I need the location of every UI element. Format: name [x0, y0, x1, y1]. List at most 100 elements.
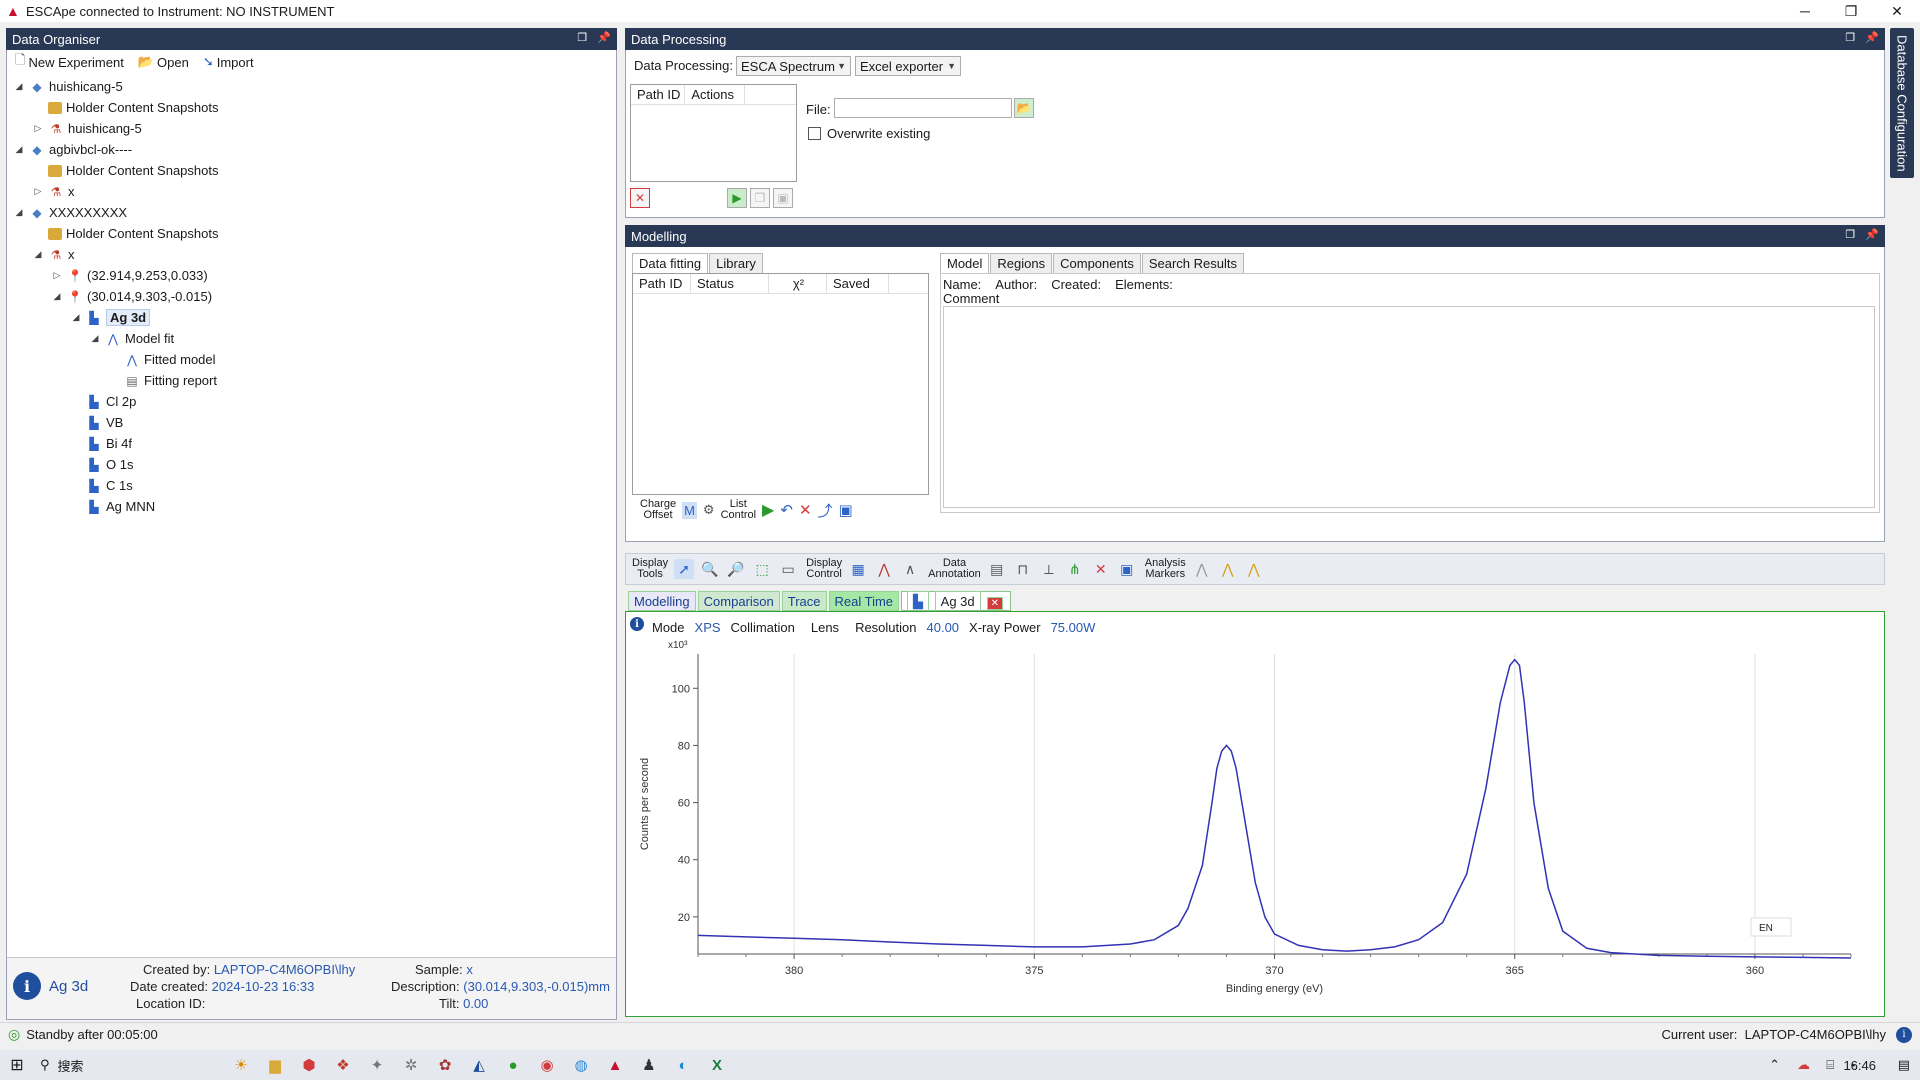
tray-app-icon[interactable]: ☁	[1797, 1057, 1810, 1073]
annotation-box-icon[interactable]: ▤	[987, 559, 1007, 579]
file-explorer-icon[interactable]: ▆	[258, 1050, 292, 1080]
marker-peak-icon[interactable]: ⋀	[1192, 559, 1212, 579]
zoom-out-icon[interactable]: 🔎	[726, 559, 746, 579]
tree-node[interactable]: Holder Content Snapshots	[7, 97, 616, 118]
tray-chevron-icon[interactable]: ⌃	[1769, 1057, 1780, 1073]
app-icon-3[interactable]: ❖	[326, 1050, 360, 1080]
peak-shape-icon[interactable]: ∧	[900, 559, 920, 579]
expanded-toggle-icon[interactable]: ◢	[51, 291, 63, 302]
tab-library[interactable]: Library	[709, 253, 763, 273]
marker-add-icon[interactable]: ⋔	[1065, 559, 1085, 579]
zoom-box-icon[interactable]: ⬚	[752, 559, 772, 579]
processing-type-select[interactable]: ESCA Spectrum ▼	[736, 56, 851, 76]
fit-model-icon[interactable]: M	[682, 501, 697, 519]
collapsed-toggle-icon[interactable]: ▷	[51, 270, 63, 281]
list-control-button[interactable]: List Control	[721, 499, 756, 521]
save-icon[interactable]: ▣	[839, 501, 853, 519]
tree-node[interactable]: Holder Content Snapshots	[7, 223, 616, 244]
tree-node[interactable]: ◢ 📍 (30.014,9.303,-0.015)	[7, 286, 616, 307]
app-icon-6[interactable]: ✿	[428, 1050, 462, 1080]
pin-icon[interactable]: 📌	[1865, 228, 1879, 241]
close-icon[interactable]: ✕	[1874, 0, 1920, 22]
pin-icon[interactable]: 📌	[597, 31, 611, 44]
tree-node[interactable]: ⋀ Fitted model	[7, 349, 616, 370]
expanded-toggle-icon[interactable]: ◢	[13, 207, 25, 218]
app-icon-4[interactable]: ✦	[360, 1050, 394, 1080]
notification-icon[interactable]: ▤	[1898, 1057, 1910, 1073]
tree-node[interactable]: ▷ ⚗ huishicang-5	[7, 118, 616, 139]
app-icon-8[interactable]: ●	[496, 1050, 530, 1080]
app-icon-5[interactable]: ✲	[394, 1050, 428, 1080]
tree-node[interactable]: ◢ ⋀ Model fit	[7, 328, 616, 349]
expanded-toggle-icon[interactable]: ◢	[13, 144, 25, 155]
delete-button[interactable]: ✕	[630, 188, 650, 208]
marker-remove-icon[interactable]: ✕	[1091, 559, 1111, 579]
tab-model[interactable]: Model	[940, 253, 990, 273]
news-widget-icon[interactable]: ☀	[224, 1050, 258, 1080]
tab-regions[interactable]: Regions	[990, 253, 1053, 273]
tree-node[interactable]: ▙ VB	[7, 412, 616, 433]
expanded-toggle-icon[interactable]: ◢	[13, 81, 25, 92]
app-icon-10[interactable]: ◍	[564, 1050, 598, 1080]
tab-components[interactable]: Components	[1053, 253, 1141, 273]
expanded-toggle-icon[interactable]: ◢	[70, 312, 82, 323]
edge-icon[interactable]: ◐	[666, 1050, 700, 1080]
tree-node[interactable]: ▷ 📍 (32.914,9.253,0.033)	[7, 265, 616, 286]
region-icon[interactable]: ⊓	[1013, 559, 1033, 579]
info-icon[interactable]: i	[1896, 1026, 1912, 1043]
save-button[interactable]: ▣	[773, 188, 793, 208]
pin-icon[interactable]: 📌	[1865, 31, 1879, 44]
save-icon[interactable]: ▣	[1117, 559, 1137, 579]
tree-node[interactable]: ▷ ⚗ x	[7, 181, 616, 202]
layout-icon[interactable]: ▦	[848, 559, 868, 579]
stop-app-icon[interactable]: ⬢	[292, 1050, 326, 1080]
chrome-icon[interactable]: ◉	[530, 1050, 564, 1080]
overwrite-checkbox[interactable]: Overwrite existing	[808, 126, 930, 141]
spectrum-chart[interactable]: 380 375 370 365 360 20 40 60 80 100 x10³ Binding en…	[626, 634, 1884, 1014]
tree-node[interactable]: ▙ Cl 2p	[7, 391, 616, 412]
tree-node[interactable]: ◢ ⚗ x	[7, 244, 616, 265]
tree-node[interactable]: ▙ Ag MNN	[7, 496, 616, 517]
expanded-toggle-icon[interactable]: ◢	[32, 249, 44, 260]
peak-marker-icon[interactable]: ⟂	[1039, 559, 1059, 579]
marker-peak-gold-alt-icon[interactable]: ⋀	[1244, 559, 1264, 579]
app-icon-12[interactable]: ♟	[632, 1050, 666, 1080]
open-button[interactable]: 📂 Open	[138, 54, 189, 70]
marker-peak-gold-icon[interactable]: ⋀	[1218, 559, 1238, 579]
tree-node[interactable]: ▙ O 1s	[7, 454, 616, 475]
run-button[interactable]: ▶	[727, 188, 747, 208]
close-tab-icon[interactable]: ✕	[986, 597, 1004, 610]
float-icon[interactable]: ❐	[1845, 228, 1855, 241]
comment-box[interactable]	[943, 306, 1875, 508]
tree-node[interactable]: ◢ ◆ XXXXXXXXX	[7, 202, 616, 223]
excel-icon[interactable]: X	[700, 1050, 734, 1080]
expanded-toggle-icon[interactable]: ◢	[89, 333, 101, 344]
fit-options-icon[interactable]: ⚙	[703, 502, 715, 518]
import-button[interactable]: ➘ Import	[203, 54, 254, 70]
tab-comparison[interactable]: Comparison	[697, 591, 780, 611]
undo-icon[interactable]: ↶	[780, 501, 793, 519]
network-icon[interactable]: ⌸	[1826, 1057, 1834, 1073]
tree-node[interactable]: ▙ C 1s	[7, 475, 616, 496]
charge-offset-button[interactable]: Charge Offset	[640, 499, 676, 521]
taskbar-clock[interactable]: 16:46	[1843, 1058, 1876, 1073]
database-configuration-tab[interactable]: Database Configuration	[1890, 28, 1914, 178]
tab-real-time[interactable]: Real Time	[828, 591, 900, 611]
tab-spectrum[interactable]: ▙ Ag 3d ✕	[901, 591, 1012, 612]
file-input[interactable]	[834, 98, 1012, 118]
collapsed-toggle-icon[interactable]: ▷	[32, 186, 44, 197]
tree-node[interactable]: ◢ ◆ huishicang-5	[7, 76, 616, 97]
tab-search-results[interactable]: Search Results	[1141, 253, 1244, 273]
fitting-table[interactable]: Path ID Status χ² Saved	[632, 273, 929, 495]
tab-trace[interactable]: Trace	[781, 591, 827, 611]
tree-node[interactable]: ▤ Fitting report	[7, 370, 616, 391]
zoom-in-icon[interactable]: 🔍	[700, 559, 720, 579]
new-experiment-button[interactable]: 🗋 New Experiment	[15, 51, 124, 73]
app-icon-7[interactable]: ◭	[462, 1050, 496, 1080]
fit-view-icon[interactable]: ▭	[778, 559, 798, 579]
tree-node[interactable]: ◢ ▙ Ag 3d	[7, 307, 616, 328]
taskbar-search[interactable]: ⚲ 搜索	[34, 1056, 224, 1075]
pointer-icon[interactable]: ➚	[674, 559, 695, 579]
tab-modelling[interactable]: Modelling	[628, 591, 696, 611]
tree-node[interactable]: ◢ ◆ agbivbcl-ok----	[7, 139, 616, 160]
